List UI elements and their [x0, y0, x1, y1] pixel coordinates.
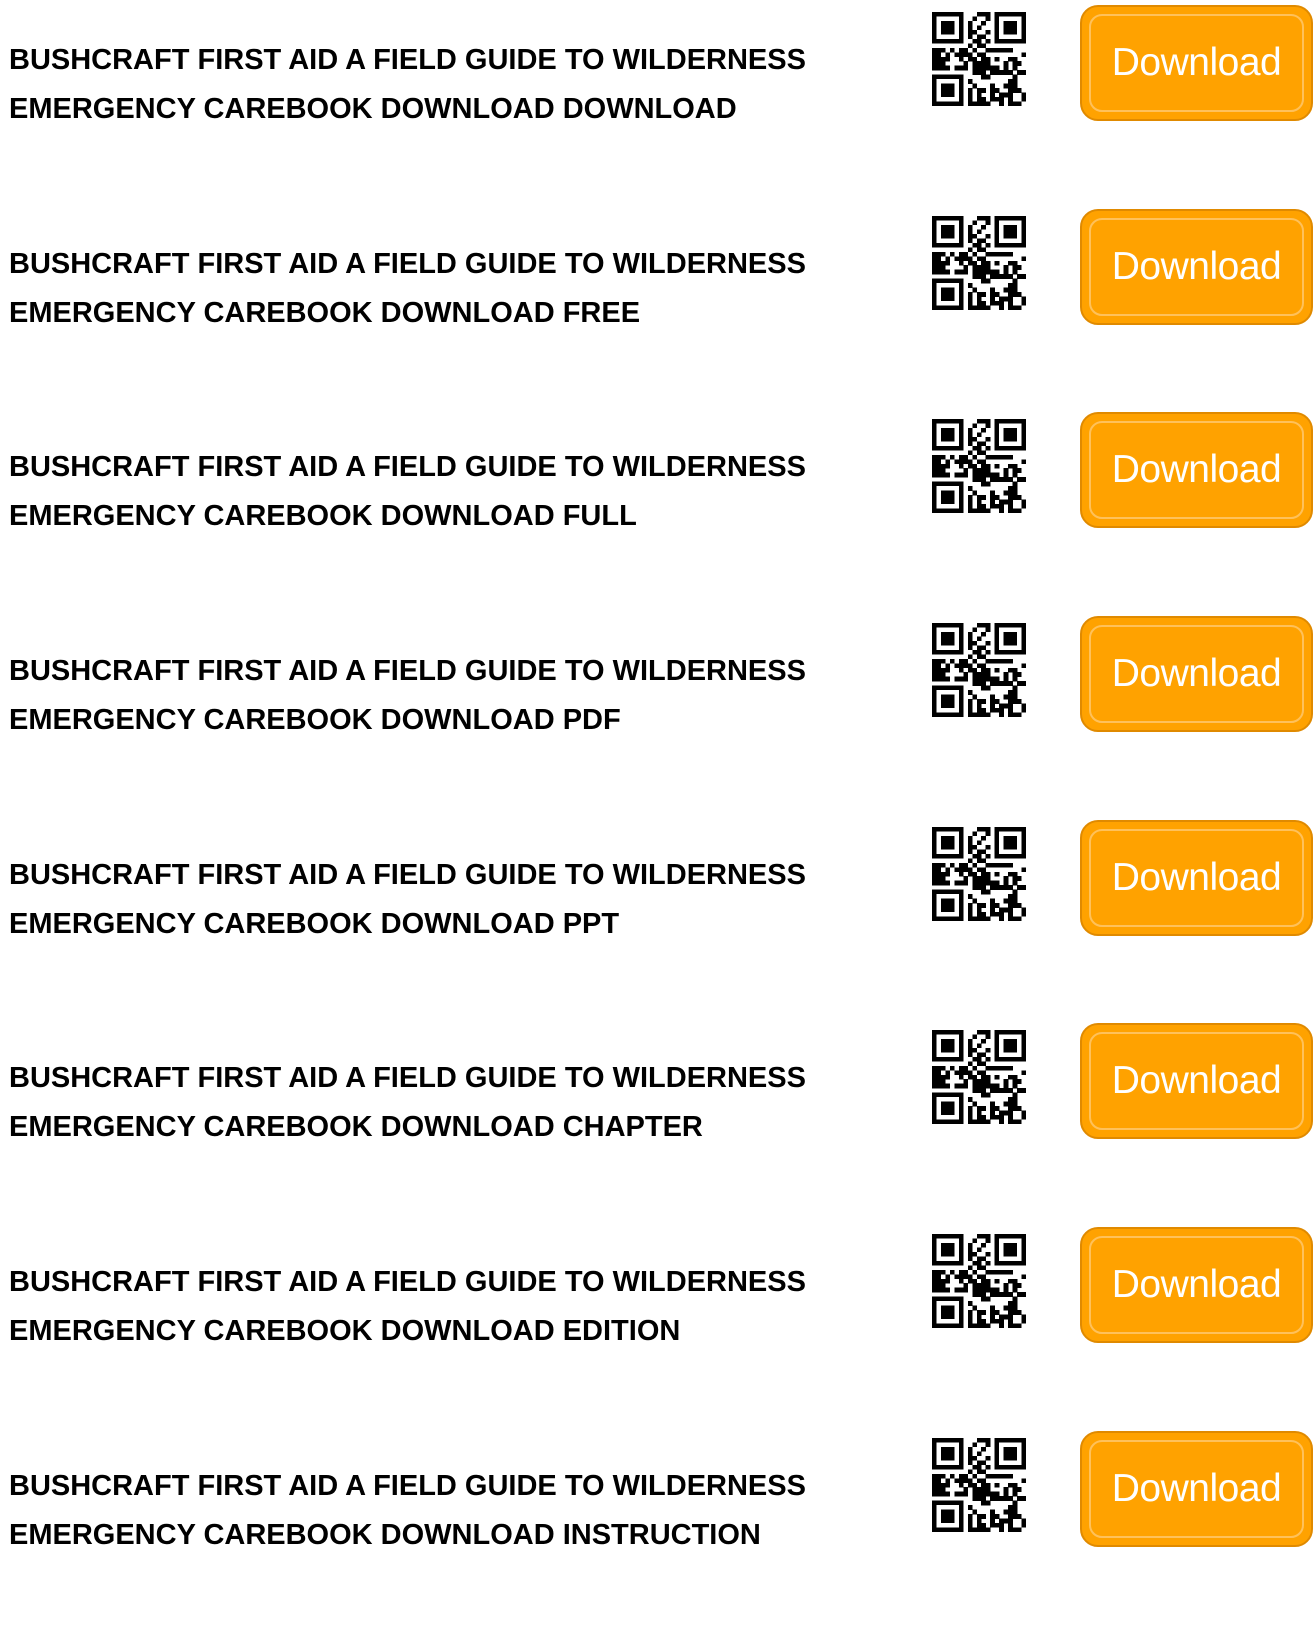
download-button[interactable]: Download — [1080, 209, 1313, 325]
qr-code-icon — [932, 216, 1026, 310]
download-row: BUSHCRAFT FIRST AID A FIELD GUIDE TO WIL… — [0, 1426, 1314, 1630]
book-title-line-1: BUSHCRAFT FIRST AID A FIELD GUIDE TO WIL… — [9, 1470, 806, 1502]
book-title: BUSHCRAFT FIRST AID A FIELD GUIDE TO WIL… — [9, 647, 909, 745]
download-row: BUSHCRAFT FIRST AID A FIELD GUIDE TO WIL… — [0, 1222, 1314, 1426]
book-title-line-1: BUSHCRAFT FIRST AID A FIELD GUIDE TO WIL… — [9, 451, 806, 483]
qr-code-icon — [932, 1234, 1026, 1328]
download-row: BUSHCRAFT FIRST AID A FIELD GUIDE TO WIL… — [0, 1018, 1314, 1222]
book-title: BUSHCRAFT FIRST AID A FIELD GUIDE TO WIL… — [9, 1462, 909, 1560]
download-button[interactable]: Download — [1080, 1431, 1313, 1547]
download-row: BUSHCRAFT FIRST AID A FIELD GUIDE TO WIL… — [0, 407, 1314, 611]
book-title: BUSHCRAFT FIRST AID A FIELD GUIDE TO WIL… — [9, 1258, 909, 1356]
download-button-label: Download — [1111, 1263, 1282, 1306]
book-title: BUSHCRAFT FIRST AID A FIELD GUIDE TO WIL… — [9, 1054, 909, 1152]
book-title-line-1: BUSHCRAFT FIRST AID A FIELD GUIDE TO WIL… — [9, 859, 806, 891]
download-button-label: Download — [1111, 1059, 1282, 1102]
download-button-label: Download — [1111, 1467, 1282, 1510]
download-row: BUSHCRAFT FIRST AID A FIELD GUIDE TO WIL… — [0, 0, 1314, 204]
download-button-label: Download — [1111, 448, 1282, 491]
qr-code-icon — [932, 1030, 1026, 1124]
book-title-line-1: BUSHCRAFT FIRST AID A FIELD GUIDE TO WIL… — [9, 44, 806, 76]
download-button[interactable]: Download — [1080, 1023, 1313, 1139]
book-title-line-2: EMERGENCY CAREBOOK DOWNLOAD PPT — [9, 908, 620, 940]
book-title: BUSHCRAFT FIRST AID A FIELD GUIDE TO WIL… — [9, 443, 909, 541]
book-title-line-2: EMERGENCY CAREBOOK DOWNLOAD FREE — [9, 297, 641, 329]
book-title-line-2: EMERGENCY CAREBOOK DOWNLOAD INSTRUCTION — [9, 1519, 761, 1551]
download-button-label: Download — [1111, 652, 1282, 695]
download-button-label: Download — [1111, 245, 1282, 288]
book-title-line-1: BUSHCRAFT FIRST AID A FIELD GUIDE TO WIL… — [9, 1062, 806, 1094]
book-title-line-1: BUSHCRAFT FIRST AID A FIELD GUIDE TO WIL… — [9, 655, 806, 687]
download-button[interactable]: Download — [1080, 5, 1313, 121]
book-title-line-2: EMERGENCY CAREBOOK DOWNLOAD DOWNLOAD — [9, 93, 737, 125]
qr-code-icon — [932, 827, 1026, 921]
download-button[interactable]: Download — [1080, 820, 1313, 936]
download-button[interactable]: Download — [1080, 412, 1313, 528]
download-button-label: Download — [1111, 856, 1282, 899]
download-button[interactable]: Download — [1080, 1227, 1313, 1343]
book-title-line-2: EMERGENCY CAREBOOK DOWNLOAD CHAPTER — [9, 1111, 703, 1143]
book-title-line-1: BUSHCRAFT FIRST AID A FIELD GUIDE TO WIL… — [9, 1266, 806, 1298]
book-title: BUSHCRAFT FIRST AID A FIELD GUIDE TO WIL… — [9, 36, 909, 134]
qr-code-icon — [932, 12, 1026, 106]
book-title-line-2: EMERGENCY CAREBOOK DOWNLOAD FULL — [9, 500, 637, 532]
download-row: BUSHCRAFT FIRST AID A FIELD GUIDE TO WIL… — [0, 611, 1314, 815]
qr-code-icon — [932, 1438, 1026, 1532]
book-title-line-2: EMERGENCY CAREBOOK DOWNLOAD EDITION — [9, 1315, 681, 1347]
qr-code-icon — [932, 623, 1026, 717]
book-title-line-2: EMERGENCY CAREBOOK DOWNLOAD PDF — [9, 704, 621, 736]
book-title: BUSHCRAFT FIRST AID A FIELD GUIDE TO WIL… — [9, 240, 909, 338]
download-row: BUSHCRAFT FIRST AID A FIELD GUIDE TO WIL… — [0, 204, 1314, 408]
book-title-line-1: BUSHCRAFT FIRST AID A FIELD GUIDE TO WIL… — [9, 248, 806, 280]
download-row: BUSHCRAFT FIRST AID A FIELD GUIDE TO WIL… — [0, 815, 1314, 1019]
download-button-label: Download — [1111, 41, 1282, 84]
qr-code-icon — [932, 419, 1026, 513]
book-title: BUSHCRAFT FIRST AID A FIELD GUIDE TO WIL… — [9, 851, 909, 949]
download-button[interactable]: Download — [1080, 616, 1313, 732]
